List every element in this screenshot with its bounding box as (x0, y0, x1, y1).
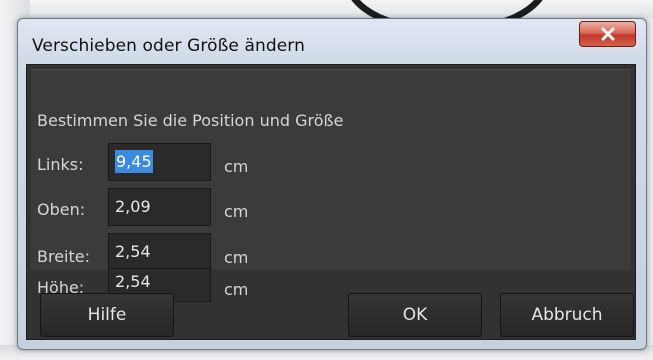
top-unit: cm (224, 202, 249, 221)
cancel-button[interactable]: Abbruch (500, 293, 634, 337)
background-top (0, 0, 653, 18)
top-input[interactable]: 2,09 (108, 188, 211, 226)
title-bar[interactable]: Verschieben oder Größe ändern (18, 19, 646, 63)
close-button[interactable] (579, 21, 636, 47)
width-input[interactable]: 2,54 (108, 233, 211, 271)
width-unit: cm (224, 248, 249, 267)
close-icon (600, 27, 616, 41)
dialog-title: Verschieben oder Größe ändern (32, 36, 305, 56)
panel-heading: Bestimmen Sie die Position und Größe (37, 111, 344, 130)
left-input[interactable]: 9,45 (108, 143, 211, 181)
help-button[interactable]: Hilfe (40, 293, 174, 337)
top-label: Oben: (37, 200, 86, 219)
height-unit: cm (224, 280, 249, 299)
left-unit: cm (224, 157, 249, 176)
dialog-window: Verschieben oder Größe ändern Bestimmen … (17, 18, 647, 350)
width-label: Breite: (37, 247, 90, 266)
ok-button[interactable]: OK (348, 293, 482, 337)
left-value: 9,45 (115, 150, 153, 173)
left-label: Links: (37, 155, 84, 174)
top-value: 2,09 (115, 197, 151, 216)
height-value: 2,54 (115, 272, 151, 291)
width-value: 2,54 (115, 242, 151, 261)
